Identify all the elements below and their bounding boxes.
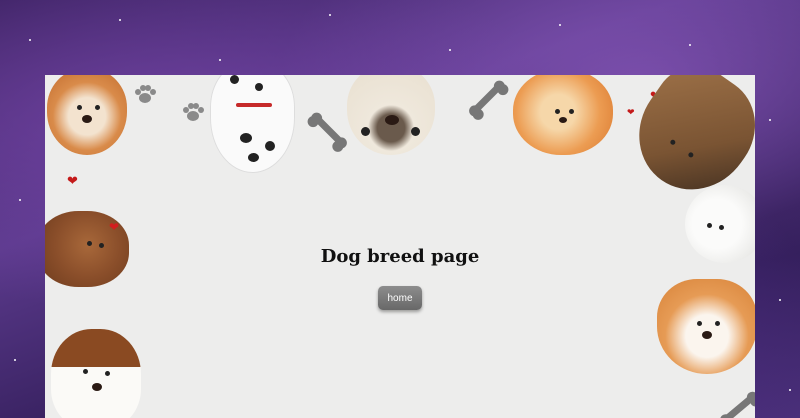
pug-illustration: [347, 75, 435, 155]
paw-print-icon: [135, 85, 156, 103]
bone-icon: [471, 83, 503, 114]
jack-russell-terrier-illustration: [51, 329, 141, 418]
content-panel: ❤ ❤ ❤ ❤ Dog breed page home: [45, 75, 755, 418]
bone-icon: [722, 394, 755, 418]
paw-print-icon: [183, 103, 204, 121]
heart-icon: ❤: [67, 174, 78, 189]
corgi-illustration: [657, 279, 755, 374]
bone-icon: [313, 115, 345, 146]
heart-icon: ❤: [627, 108, 635, 118]
page-title: Dog breed page: [320, 246, 480, 267]
pomeranian-illustration: [513, 75, 613, 155]
dalmatian-illustration: [210, 75, 295, 173]
home-button[interactable]: home: [378, 286, 422, 310]
shiba-inu-illustration: [47, 75, 127, 155]
